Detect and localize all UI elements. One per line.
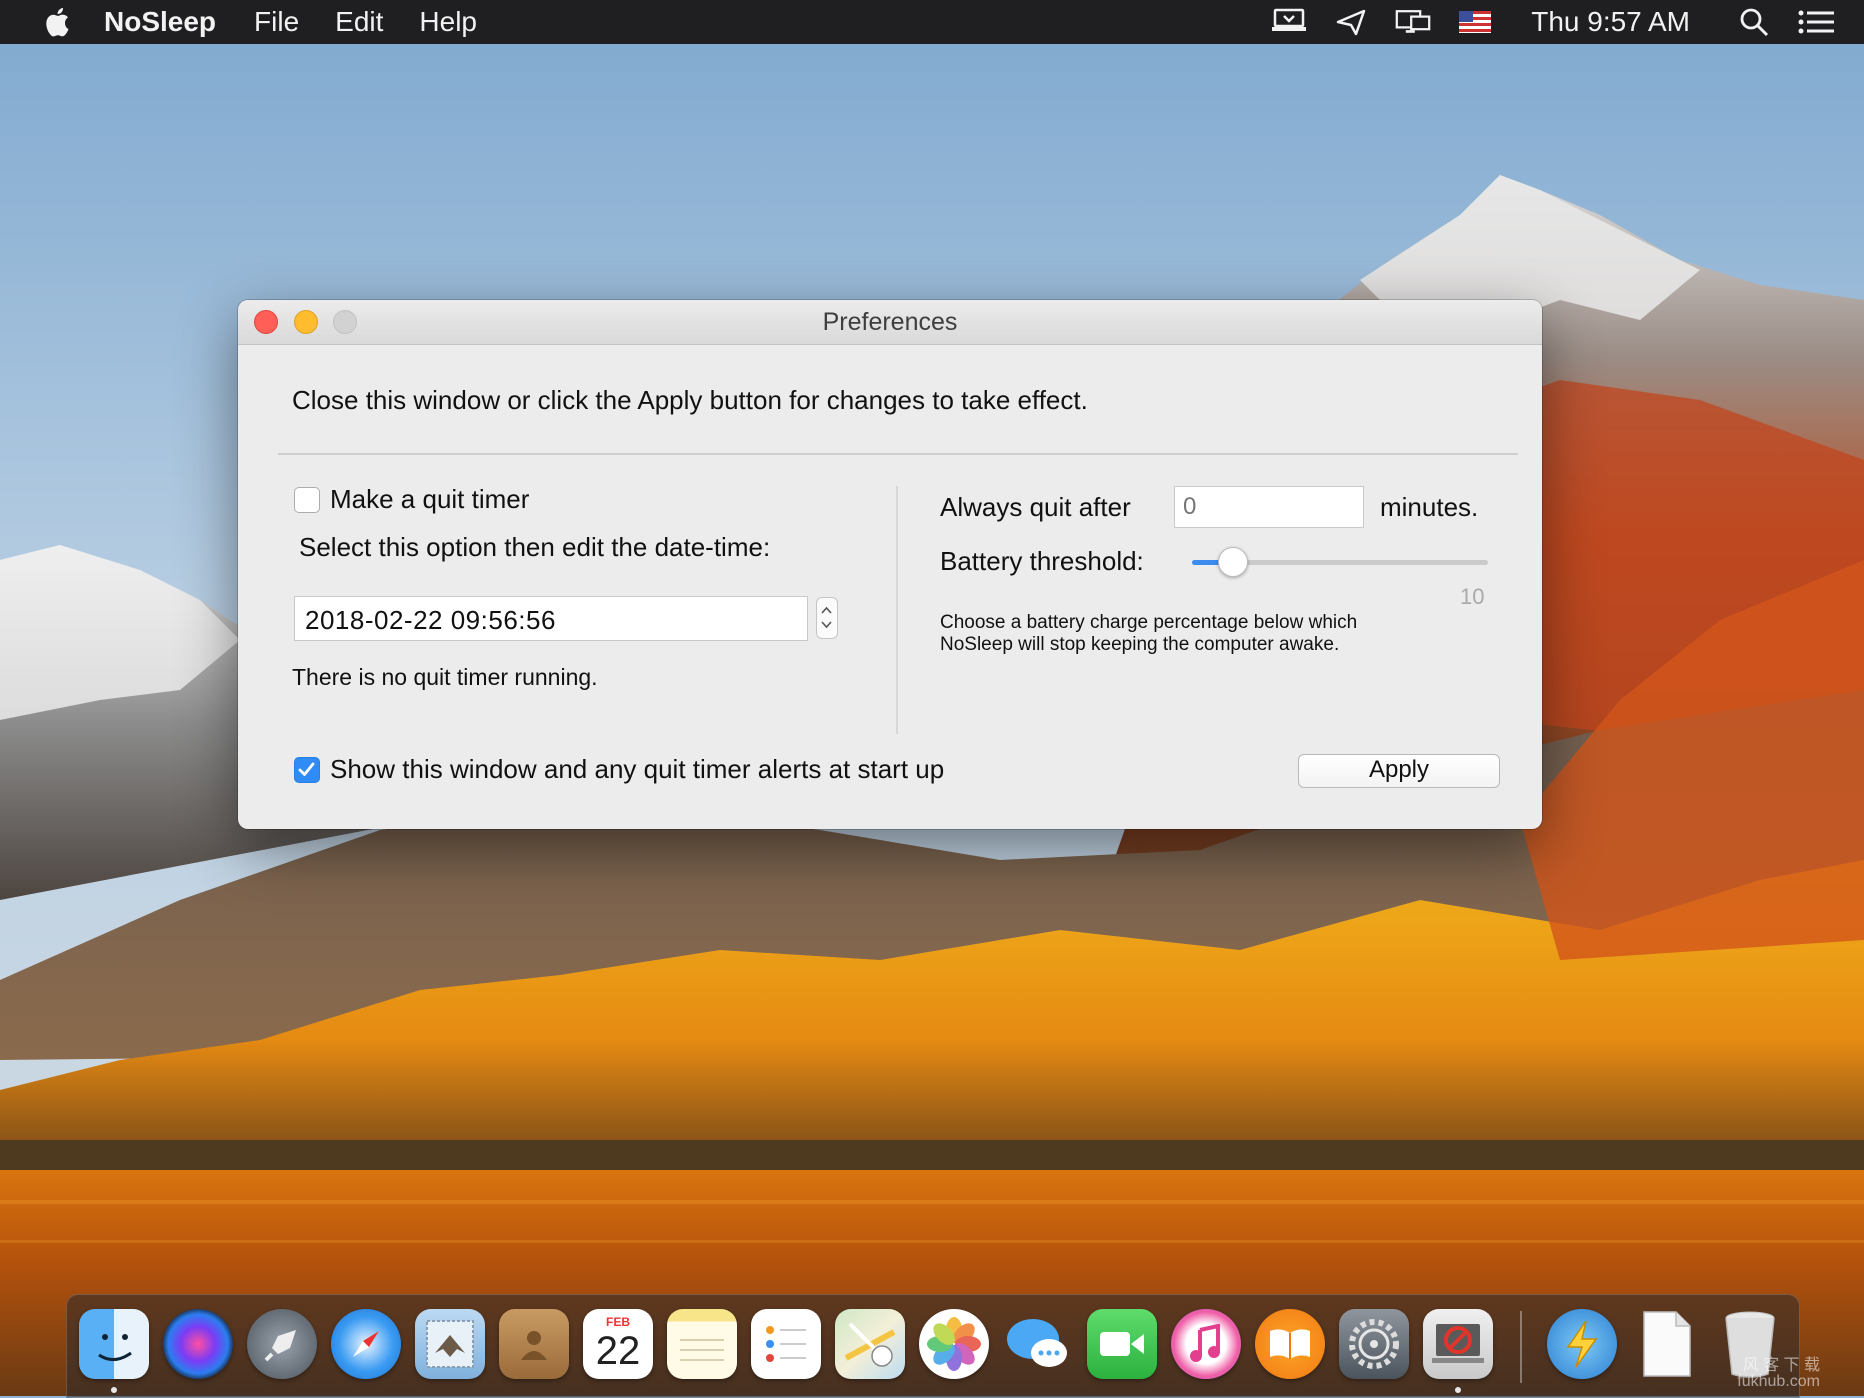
nosleep-running-indicator: [1455, 1387, 1461, 1393]
calendar-day: 22: [595, 1329, 641, 1373]
spotlight-search-icon[interactable]: [1736, 8, 1772, 37]
battery-description-line2: NoSleep will stop keeping the computer a…: [940, 634, 1340, 655]
dock-siri[interactable]: [163, 1309, 233, 1379]
dock-finder[interactable]: [79, 1309, 149, 1379]
map-icon: [844, 1322, 896, 1367]
eagle-stamp-icon: [426, 1320, 474, 1368]
always-quit-label: Always quit after: [940, 492, 1131, 522]
dock-launchpad[interactable]: [247, 1309, 317, 1379]
menu-help[interactable]: Help: [419, 6, 477, 38]
dock-nosleep[interactable]: [1423, 1309, 1493, 1379]
battery-description: Choose a battery charge percentage below…: [940, 612, 1357, 656]
photos-flower-icon: [927, 1317, 981, 1371]
app-menu-nosleep[interactable]: NoSleep: [104, 6, 216, 38]
menu-bar-clock[interactable]: Thu 9:57 AM: [1531, 6, 1690, 38]
music-note-icon: [1190, 1324, 1220, 1362]
watermark: 风 客 下 载 fukhub.com: [1737, 1358, 1820, 1390]
window-title: Preferences: [822, 308, 958, 336]
dock-notes[interactable]: [667, 1309, 737, 1379]
dock-photos[interactable]: [919, 1309, 989, 1379]
dock-messages[interactable]: [1003, 1309, 1073, 1379]
dock-thunderbolt-app[interactable]: [1547, 1309, 1617, 1379]
dock-ibooks[interactable]: [1255, 1309, 1325, 1379]
display-mirroring-icon[interactable]: [1395, 8, 1431, 36]
apply-button[interactable]: Apply: [1298, 754, 1500, 788]
dock-contacts[interactable]: [499, 1309, 569, 1379]
dock: FEB 22: [66, 1294, 1800, 1398]
calendar-month: FEB: [606, 1315, 630, 1329]
horizontal-divider: [278, 453, 1518, 455]
datetime-stepper[interactable]: [816, 597, 838, 639]
dock-calendar[interactable]: FEB 22: [583, 1309, 653, 1379]
show-at-startup-label[interactable]: Show this window and any quit timer aler…: [330, 754, 944, 785]
quit-timer-label[interactable]: Make a quit timer: [330, 484, 529, 515]
rocket-icon: [264, 1330, 296, 1362]
nosleep-icon: [1432, 1324, 1484, 1363]
quit-datetime-field[interactable]: 2018-02-22 09:56:56: [294, 596, 808, 641]
document-icon: [1643, 1311, 1691, 1377]
menu-file[interactable]: File: [254, 6, 299, 38]
dock-itunes[interactable]: [1171, 1309, 1241, 1379]
open-book-icon: [1270, 1329, 1310, 1359]
video-camera-icon: [1100, 1332, 1144, 1356]
contact-silhouette-icon: [521, 1331, 547, 1360]
stepper-arrows-icon: [821, 606, 832, 629]
nosleep-status-icon[interactable]: [1271, 8, 1307, 36]
dock-safari[interactable]: [331, 1309, 401, 1379]
airplane-icon[interactable]: [1333, 8, 1369, 36]
menu-edit[interactable]: Edit: [335, 6, 383, 38]
vertical-divider: [896, 486, 898, 734]
dock-system-preferences[interactable]: [1339, 1309, 1409, 1379]
battery-description-line1: Choose a battery charge percentage below…: [940, 612, 1358, 633]
apple-menu-icon[interactable]: [42, 6, 70, 38]
finder-icon: [98, 1334, 132, 1361]
dock-facetime[interactable]: [1087, 1309, 1157, 1379]
always-quit-minutes-field[interactable]: [1174, 486, 1364, 528]
notification-center-icon[interactable]: [1798, 8, 1834, 36]
datetime-instruction: Select this option then edit the date-ti…: [299, 532, 771, 562]
instructions-text: Close this window or click the Apply but…: [292, 385, 1088, 415]
us-flag-input-icon[interactable]: [1457, 8, 1493, 36]
quit-timer-checkbox[interactable]: [294, 487, 320, 513]
notes-lines-icon: [680, 1339, 724, 1361]
quit-timer-status: There is no quit timer running.: [292, 664, 598, 690]
preferences-window: Preferences Close this window or click t…: [238, 300, 1542, 829]
dock-mail[interactable]: [415, 1309, 485, 1379]
checklist-icon: [766, 1326, 806, 1362]
gear-icon: [1349, 1319, 1399, 1369]
battery-threshold-label: Battery threshold:: [940, 546, 1144, 576]
dock-maps[interactable]: [835, 1309, 905, 1379]
slider-knob[interactable]: [1218, 547, 1249, 577]
compass-icon: [353, 1331, 379, 1357]
dock-separator: [1520, 1311, 1522, 1383]
menu-bar: NoSleep File Edit Help Thu 9:57 AM: [0, 0, 1864, 44]
checkmark-icon: [298, 762, 315, 776]
title-bar[interactable]: Preferences: [238, 300, 1542, 345]
finder-running-indicator: [111, 1387, 117, 1393]
speech-bubbles-icon: [1007, 1319, 1067, 1367]
lightning-bolt-icon: [1566, 1320, 1598, 1368]
battery-threshold-value: 10: [1460, 584, 1485, 609]
minutes-unit-label: minutes.: [1380, 492, 1479, 522]
watermark-line2: fukhub.com: [1737, 1373, 1820, 1390]
dock-reminders[interactable]: [751, 1309, 821, 1379]
dock-document[interactable]: [1631, 1309, 1701, 1379]
watermark-line1: 风 客 下 载: [1742, 1357, 1820, 1374]
show-at-startup-checkbox[interactable]: [294, 757, 320, 783]
menu-bar-extras: Thu 9:57 AM: [1271, 0, 1864, 44]
